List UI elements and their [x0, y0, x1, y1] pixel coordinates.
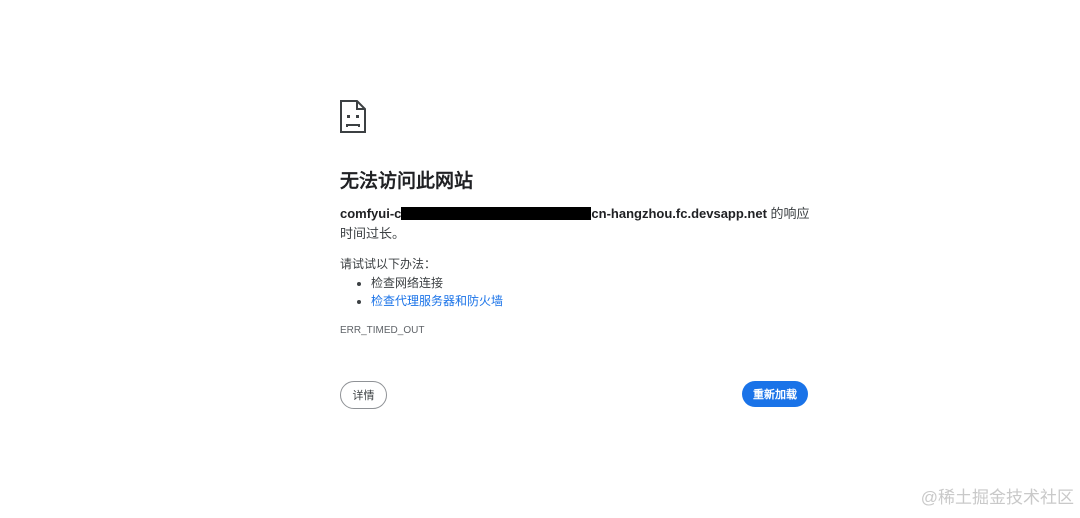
suggestion-check-connection: 检查网络连接: [371, 274, 503, 292]
suggestions-intro: 请试试以下办法：: [340, 257, 437, 271]
page-title: 无法访问此网站: [340, 171, 474, 192]
reload-button[interactable]: 重新加载: [742, 381, 808, 407]
host-suffix: cn-hangzhou.fc.devsapp.net: [591, 206, 767, 221]
host-prefix: comfyui-c: [340, 206, 402, 221]
check-proxy-firewall-link[interactable]: 检查代理服务器和防火墙: [371, 294, 503, 308]
details-button[interactable]: 详情: [340, 381, 387, 409]
redacted-block: [401, 207, 592, 220]
sad-page-icon: [340, 100, 366, 133]
suggestion-check-proxy-item: 检查代理服务器和防火墙: [371, 292, 503, 310]
suggestions-list: 检查网络连接 检查代理服务器和防火墙: [340, 274, 503, 310]
error-page: 无法访问此网站 comfyui-c cn-hangzhou.fc.devsapp.…: [0, 0, 1080, 518]
error-message: comfyui-c cn-hangzhou.fc.devsapp.net 的响应时…: [340, 204, 810, 244]
watermark: @稀土掘金技术社区: [920, 488, 1074, 507]
error-code: ERR_TIMED_OUT: [340, 325, 425, 336]
